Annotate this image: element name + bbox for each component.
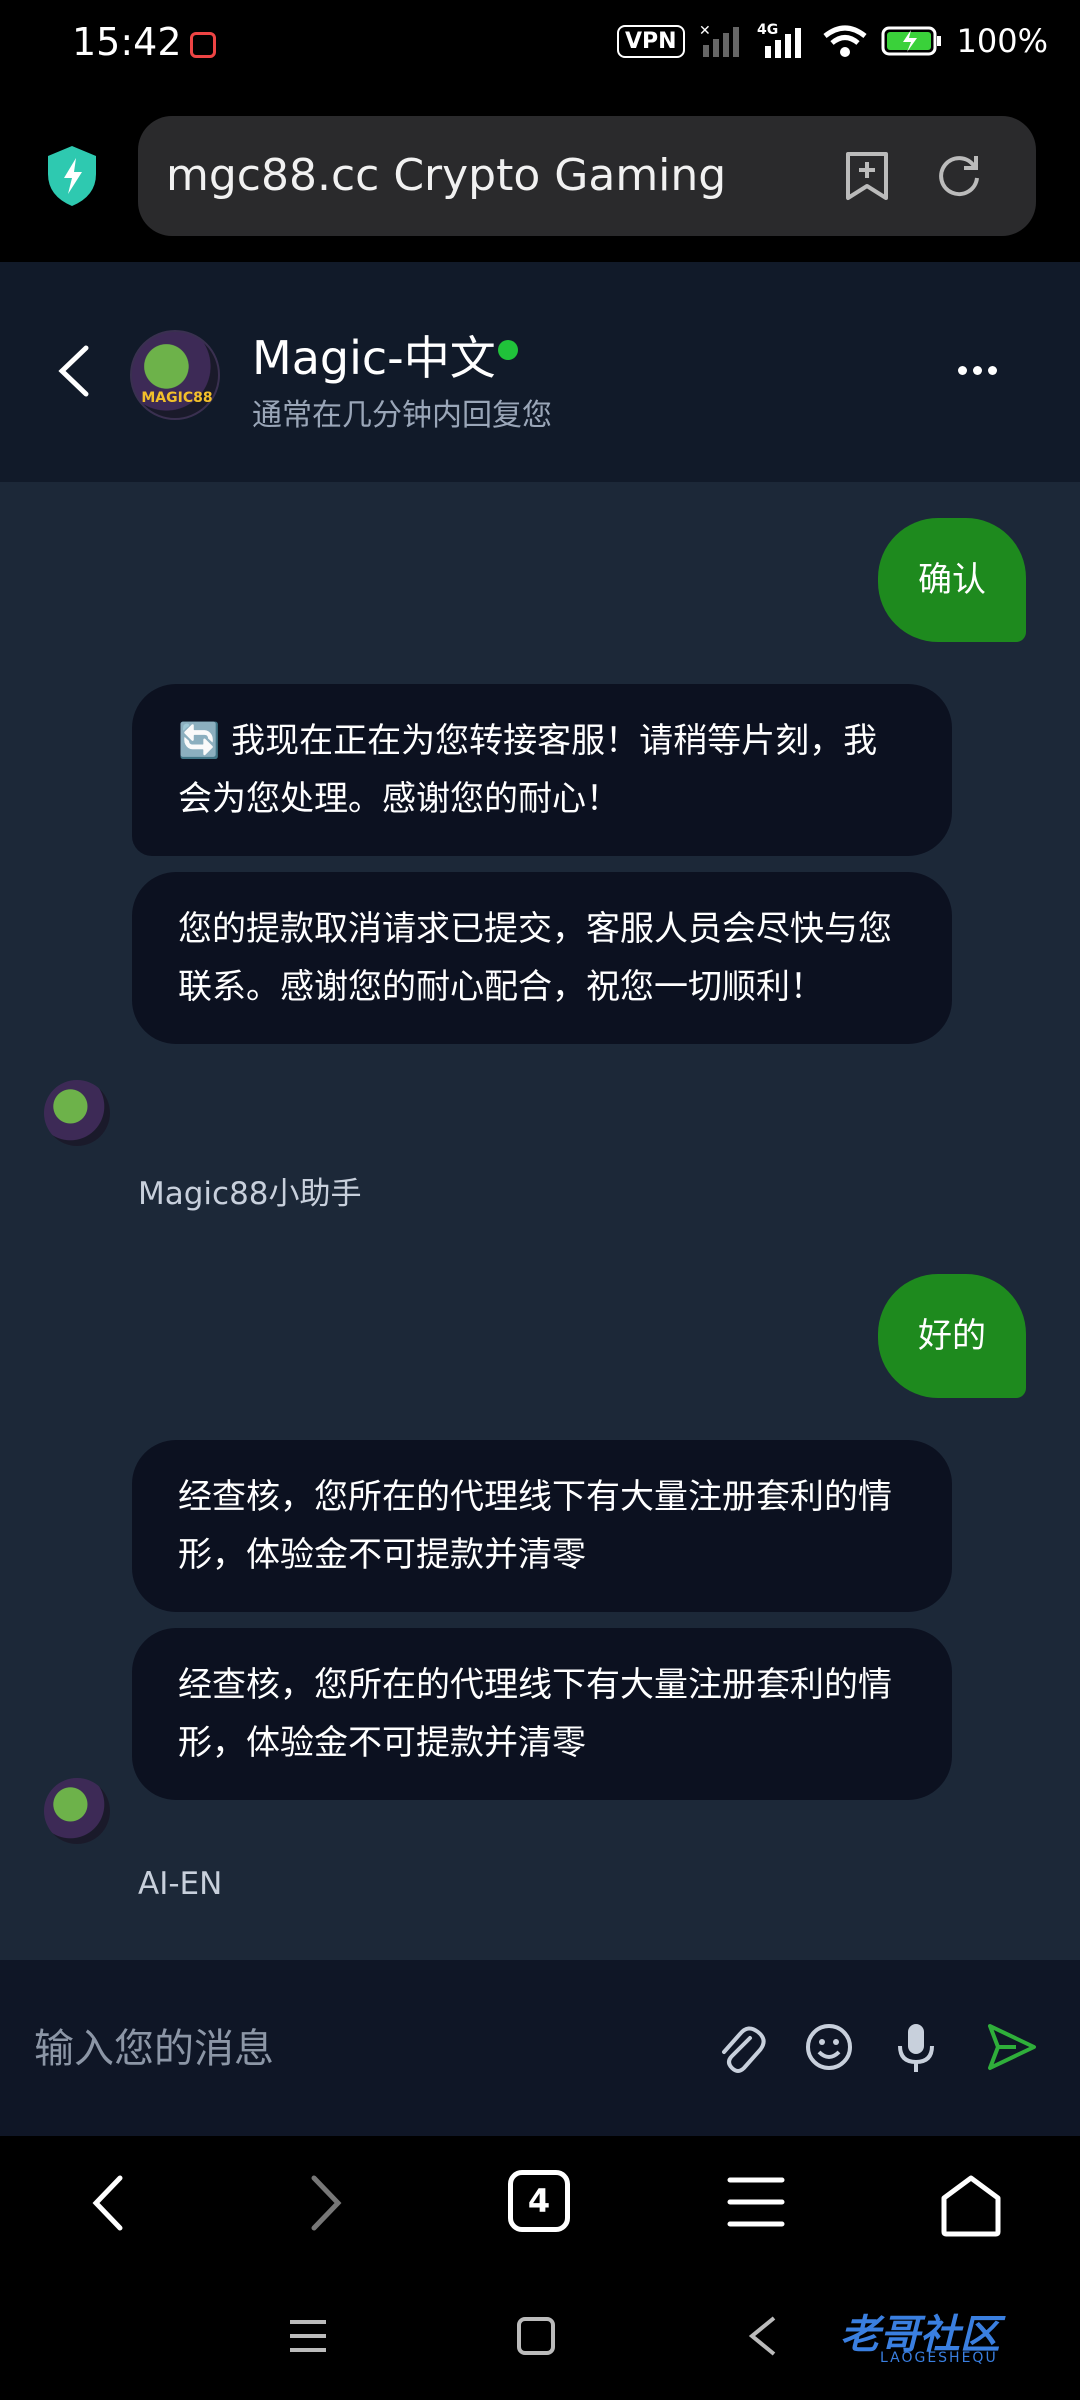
agent-avatar: MAGIC88 (130, 330, 220, 420)
chat-subtitle: 通常在几分钟内回复您 (252, 398, 552, 433)
status-bar: 15:42 VPN ✕ 4G 100% (0, 0, 1080, 96)
signal-4g-icon: 4G (757, 22, 801, 58)
browser-address-bar: mgc88.cc Crypto Gaming (0, 96, 1080, 262)
browser-toolbar: 4 (0, 2136, 1080, 2272)
avatar-logo-text: MAGIC88 (141, 390, 213, 406)
bot-message: 🔄 我现在正在为您转接客服！请稍等片刻，我会为您处理。感谢您的耐心！ (132, 684, 952, 856)
user-message: 确认 (878, 518, 1026, 642)
sender-name: Magic88小助手 (138, 1176, 362, 1212)
message-list[interactable]: 确认 🔄 我现在正在为您转接客服！请稍等片刻，我会为您处理。感谢您的耐心！ 您的… (0, 482, 1080, 1960)
wifi-icon (822, 25, 867, 57)
emoji-icon[interactable] (804, 2022, 854, 2072)
message-text: 经查核，您所在的代理线下有大量注册套利的情形，体验金不可提款并清零 (178, 1477, 892, 1575)
home-icon[interactable] (938, 2174, 1004, 2238)
message-text: 好的 (918, 1316, 986, 1356)
vpn-badge: VPN (616, 24, 685, 58)
browser-forward-icon[interactable] (308, 2174, 344, 2232)
bot-message: 您的提款取消请求已提交，客服人员会尽快与您联系。感谢您的耐心配合，祝您一切顺利！ (132, 872, 952, 1044)
back-arrow-icon[interactable] (56, 344, 92, 398)
svg-text:✕: ✕ (699, 23, 711, 39)
message-input[interactable]: 输入您的消息 (34, 2016, 274, 2074)
message-text: 经查核，您所在的代理线下有大量注册套利的情形，体验金不可提款并清零 (178, 1665, 892, 1763)
signal-off-icon: ✕ (699, 23, 739, 57)
status-time: 15:42 (72, 20, 182, 64)
battery-percent: 100% (956, 22, 1048, 60)
bot-avatar (44, 1080, 110, 1146)
svg-text:4G: 4G (757, 22, 778, 38)
security-shield-icon[interactable] (44, 144, 100, 208)
message-input-bar: 输入您的消息 (0, 1960, 1080, 2136)
send-icon[interactable] (986, 2022, 1038, 2072)
chat-header: MAGIC88 Magic-中文 通常在几分钟内回复您 (0, 262, 1080, 482)
reload-icon[interactable] (934, 150, 984, 200)
url-field[interactable]: mgc88.cc Crypto Gaming (138, 116, 1036, 236)
bot-avatar (44, 1778, 110, 1844)
battery-charging-icon (881, 26, 941, 56)
recents-icon[interactable] (288, 2316, 328, 2356)
menu-icon[interactable] (726, 2174, 786, 2230)
message-text: 🔄 我现在正在为您转接客服！请稍等片刻，我会为您处理。感谢您的耐心！ (178, 721, 878, 819)
url-text: mgc88.cc Crypto Gaming (166, 150, 727, 201)
user-message: 好的 (878, 1274, 1026, 1398)
attachment-icon[interactable] (714, 2022, 766, 2074)
add-bookmark-icon[interactable] (844, 150, 890, 202)
more-options-icon[interactable] (958, 366, 997, 375)
message-text: 您的提款取消请求已提交，客服人员会尽快与您联系。感谢您的耐心配合，祝您一切顺利！ (178, 909, 892, 1007)
bot-message: 经查核，您所在的代理线下有大量注册套利的情形，体验金不可提款并清零 (132, 1440, 952, 1612)
chat-title: Magic-中文 (252, 331, 496, 385)
online-status-dot (498, 340, 518, 360)
system-nav-bar: 老哥社区 LAOGESHEQU (0, 2272, 1080, 2400)
tabs-button[interactable]: 4 (508, 2170, 570, 2232)
message-text: 确认 (918, 560, 986, 600)
browser-back-icon[interactable] (90, 2174, 126, 2232)
home-button-icon[interactable] (516, 2316, 556, 2356)
system-back-icon[interactable] (748, 2316, 778, 2356)
sender-name: AI-EN (138, 1866, 223, 1902)
microphone-icon[interactable] (896, 2022, 936, 2074)
bot-message: 经查核，您所在的代理线下有大量注册套利的情形，体验金不可提款并清零 (132, 1628, 952, 1800)
status-icons: VPN ✕ 4G 100% (616, 22, 1048, 60)
watermark-subtext: LAOGESHEQU (880, 2350, 998, 2366)
notification-app-icon (190, 32, 216, 58)
